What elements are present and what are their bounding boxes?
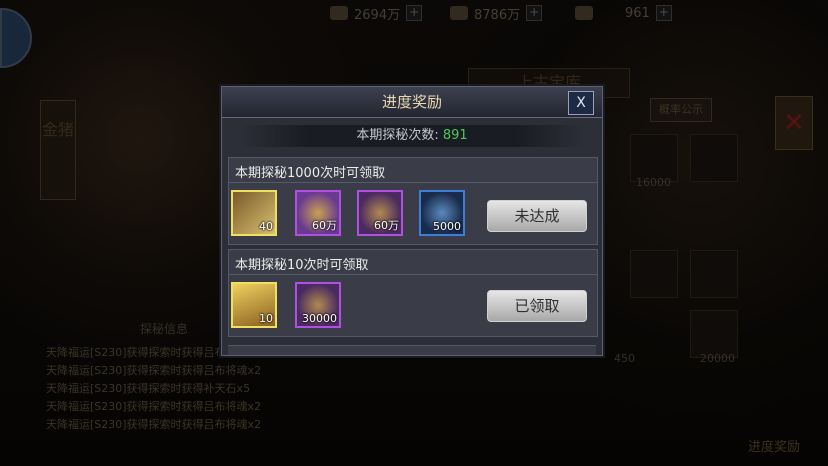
- item-quantity: 10: [259, 312, 273, 325]
- divider: [229, 182, 597, 183]
- general-portrait-icon[interactable]: 40: [231, 190, 277, 236]
- copper-coins-icon[interactable]: 60万: [295, 190, 341, 236]
- token-card-icon[interactable]: 5000: [419, 190, 465, 236]
- reward-tier-card: 本期探秘1000次时可领取 40 60万 60万 5000 未达成: [228, 157, 598, 245]
- money-bag-icon[interactable]: 60万: [357, 190, 403, 236]
- next-tier-card-peek: [228, 345, 596, 355]
- tier-title: 本期探秘1000次时可领取: [235, 166, 386, 181]
- divider: [229, 274, 597, 275]
- reward-tier-card: 本期探秘10次时可领取 10 30000 已领取: [228, 249, 598, 337]
- not-reached-button[interactable]: 未达成: [487, 200, 587, 232]
- claimed-button[interactable]: 已领取: [487, 290, 587, 322]
- item-quantity: 40: [259, 220, 273, 233]
- explore-count-label: 本期探秘次数:: [356, 128, 443, 143]
- close-button[interactable]: X: [568, 91, 594, 115]
- item-quantity: 60万: [374, 219, 399, 232]
- item-quantity: 30000: [302, 312, 337, 325]
- tier-title: 本期探秘10次时可领取: [235, 258, 369, 273]
- gold-brick-icon[interactable]: 10: [231, 282, 277, 328]
- dialog-title: 进度奖励: [381, 93, 442, 111]
- explore-count: 本期探秘次数: 891: [240, 125, 584, 147]
- item-quantity: 60万: [312, 219, 337, 232]
- money-bag-icon[interactable]: 30000: [295, 282, 341, 328]
- explore-count-value: 891: [442, 128, 468, 143]
- progress-reward-dialog: 进度奖励 X 本期探秘次数: 891 本期探秘1000次时可领取 40 60万 …: [221, 86, 603, 356]
- item-quantity: 5000: [433, 220, 461, 233]
